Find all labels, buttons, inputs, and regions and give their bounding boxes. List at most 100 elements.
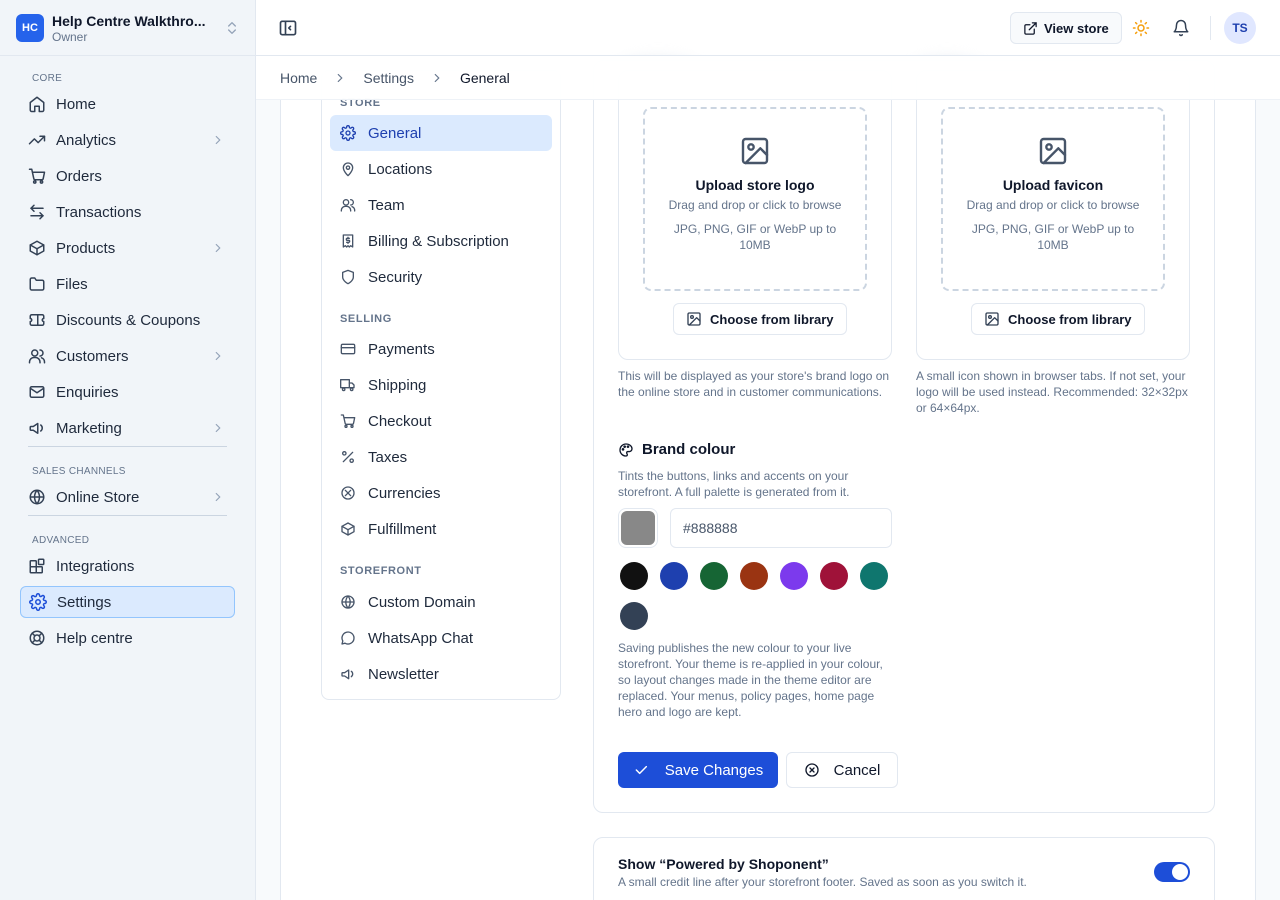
sidebar-item-label: Settings xyxy=(57,593,112,611)
breadcrumb-settings[interactable]: Settings xyxy=(363,70,414,86)
settings-item-label: Checkout xyxy=(368,412,432,430)
settings-item-currencies[interactable]: Currencies xyxy=(330,475,552,511)
chevrons-up-down-icon xyxy=(228,22,236,34)
settings-item-whatsapp[interactable]: WhatsApp Chat xyxy=(330,620,552,656)
library-label: Choose from library xyxy=(1008,311,1132,327)
sidebar-item-label: Transactions xyxy=(56,203,142,221)
settings-item-payments[interactable]: Payments xyxy=(330,331,552,367)
settings-item-team[interactable]: Team xyxy=(330,187,552,223)
settings-item-label: Newsletter xyxy=(368,665,439,683)
preset-colour-swatch[interactable] xyxy=(700,562,728,590)
map-pin-icon xyxy=(342,162,354,177)
favicon-upload-title: Upload favicon xyxy=(1002,177,1104,193)
settings-item-fulfillment[interactable]: Fulfillment xyxy=(330,511,552,547)
preset-colour-swatch[interactable] xyxy=(860,562,888,590)
favicon-choose-library-button[interactable]: Choose from library xyxy=(971,303,1145,335)
lifebuoy-icon xyxy=(29,630,45,646)
powered-by-toggle[interactable] xyxy=(1154,862,1190,882)
folder-icon xyxy=(29,277,45,291)
sidebar-item-marketing[interactable]: Marketing xyxy=(20,412,235,444)
sidebar-item-customers[interactable]: Customers xyxy=(20,340,235,372)
sidebar-item-label: Products xyxy=(56,239,116,257)
sun-icon[interactable] xyxy=(1132,19,1150,37)
logo-upload-title: Upload store logo xyxy=(695,177,815,193)
preset-colour-swatch[interactable] xyxy=(780,562,808,590)
settings-item-custom-domain[interactable]: Custom Domain xyxy=(330,584,552,620)
sidebar-toggle-icon[interactable] xyxy=(278,18,298,38)
sidebar-item-label: Integrations xyxy=(56,557,135,575)
favicon-dropzone[interactable]: Upload favicon Drag and drop or click to… xyxy=(941,107,1165,291)
trending-up-icon xyxy=(28,135,46,145)
section-selling: SELLING xyxy=(340,313,392,325)
sidebar-item-help-centre[interactable]: Help centre xyxy=(20,622,235,654)
view-store-label: View store xyxy=(1044,20,1109,36)
percent-icon xyxy=(342,451,354,463)
blocks-icon xyxy=(29,558,45,574)
home-icon xyxy=(29,96,45,113)
sidebar-item-enquiries[interactable]: Enquiries xyxy=(20,376,235,408)
settings-item-checkout[interactable]: Checkout xyxy=(330,403,552,439)
logo-choose-library-button[interactable]: Choose from library xyxy=(673,303,847,335)
divider xyxy=(1210,16,1211,40)
save-label: Save Changes xyxy=(664,761,764,779)
settings-item-security[interactable]: Security xyxy=(330,259,552,295)
bell-icon[interactable] xyxy=(1172,19,1190,37)
hex-colour-input[interactable] xyxy=(670,508,892,548)
preset-colour-swatch[interactable] xyxy=(740,562,768,590)
sidebar-item-orders[interactable]: Orders xyxy=(20,160,235,192)
breadcrumb-home[interactable]: Home xyxy=(280,70,317,86)
cancel-button[interactable]: Cancel xyxy=(786,752,898,788)
gear-icon xyxy=(29,593,47,611)
preset-colour-swatch[interactable] xyxy=(660,562,688,590)
preset-colour-swatch[interactable] xyxy=(820,562,848,590)
view-store-button[interactable]: View store xyxy=(1010,12,1122,44)
chevron-right-icon xyxy=(338,73,343,82)
sidebar-item-integrations[interactable]: Integrations xyxy=(20,550,235,582)
users-icon xyxy=(28,349,46,364)
settings-item-taxes[interactable]: Taxes xyxy=(330,439,552,475)
preset-colour-swatch[interactable] xyxy=(620,602,648,630)
section-storefront: STOREFRONT xyxy=(340,565,422,577)
settings-item-newsletter[interactable]: Newsletter xyxy=(330,656,552,692)
settings-nav: STORE General Locations Team Billing & S… xyxy=(321,70,561,700)
sidebar-item-label: Customers xyxy=(56,347,129,365)
settings-item-shipping[interactable]: Shipping xyxy=(330,367,552,403)
sidebar-item-transactions[interactable]: Transactions xyxy=(20,196,235,228)
brand-colour-heading: Brand colour xyxy=(618,441,735,458)
preset-colour-swatch[interactable] xyxy=(620,562,648,590)
current-colour xyxy=(621,511,655,545)
logo-upload-sub: Drag and drop or click to browse xyxy=(668,198,842,212)
settings-item-label: Billing & Subscription xyxy=(368,232,509,250)
settings-item-label: Custom Domain xyxy=(368,593,476,611)
sidebar-item-home[interactable]: Home xyxy=(20,88,235,120)
sidebar-item-discounts[interactable]: Discounts & Coupons xyxy=(20,304,235,336)
sidebar-item-label: Help centre xyxy=(56,629,133,647)
sidebar-item-label: Analytics xyxy=(56,131,117,149)
settings-item-billing[interactable]: Billing & Subscription xyxy=(330,223,552,259)
chevron-right-icon xyxy=(215,135,221,145)
sidebar-item-settings[interactable]: Settings xyxy=(20,586,235,618)
megaphone-icon xyxy=(29,422,43,434)
sidebar-item-products[interactable]: Products xyxy=(20,232,235,264)
settings-item-general[interactable]: General xyxy=(330,115,552,151)
favicon-help-text: A small icon shown in browser tabs. If n… xyxy=(916,369,1188,415)
truck-icon xyxy=(340,379,355,392)
chat-bubble-icon xyxy=(341,631,355,645)
cart-icon xyxy=(340,414,356,428)
divider xyxy=(0,55,256,56)
settings-item-label: General xyxy=(368,124,422,142)
logo-dropzone[interactable]: Upload store logo Drag and drop or click… xyxy=(643,107,867,291)
colour-picker-swatch[interactable] xyxy=(618,508,658,548)
workspace-switcher[interactable]: HC Help Centre Walkthro... Owner xyxy=(16,8,240,48)
settings-item-label: Currencies xyxy=(368,484,441,502)
image-icon xyxy=(1039,137,1067,165)
settings-item-locations[interactable]: Locations xyxy=(330,151,552,187)
external-link-icon xyxy=(1024,21,1037,35)
save-button[interactable]: Save Changes xyxy=(618,752,778,788)
sidebar-item-online-store[interactable]: Online Store xyxy=(20,481,235,513)
globe-icon xyxy=(29,489,45,505)
sidebar-item-analytics[interactable]: Analytics xyxy=(20,124,235,156)
sidebar-item-files[interactable]: Files xyxy=(20,268,235,300)
avatar[interactable]: TS xyxy=(1224,12,1256,44)
ticket-icon xyxy=(29,314,45,326)
